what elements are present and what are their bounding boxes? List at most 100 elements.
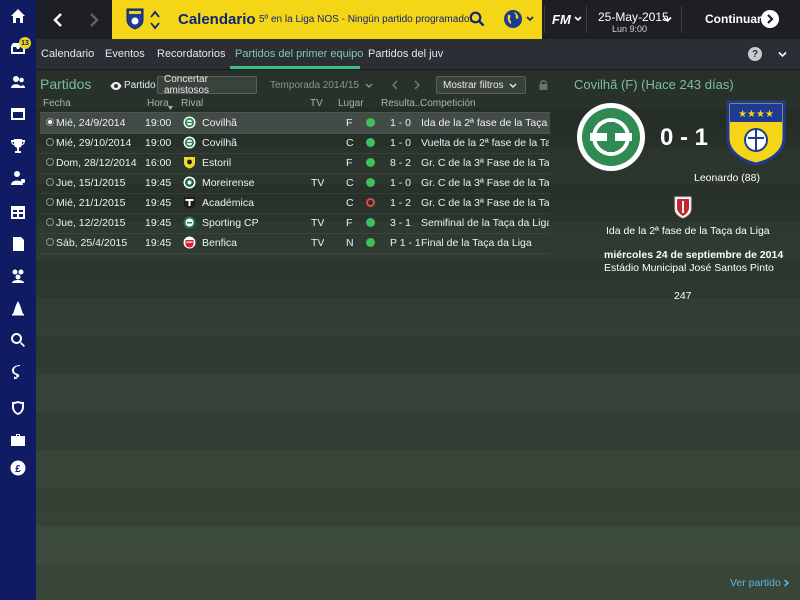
current-date[interactable]: 25-May-2015: [598, 10, 669, 24]
table-row[interactable]: Jue, 15/1/2015 19:45 Moreirense TV C 1 -…: [40, 173, 550, 194]
match-result: 8 - 2: [390, 157, 412, 169]
sidebar-item-inbox[interactable]: 13: [0, 34, 36, 62]
sidebar-item-calendar[interactable]: [0, 198, 36, 226]
continue-button[interactable]: Continuar: [705, 12, 762, 26]
chevron-right-icon[interactable]: [783, 579, 790, 587]
opponent-name[interactable]: Moreirense: [202, 177, 255, 189]
match-result: P 1 - 1: [390, 237, 421, 249]
sidebar-item-home[interactable]: [0, 2, 36, 30]
eye-icon[interactable]: [110, 81, 122, 91]
result-win-indicator: [366, 178, 375, 187]
venue-code: C: [346, 137, 354, 149]
sidebar-item-squad[interactable]: [0, 68, 36, 96]
row-select-radio[interactable]: [46, 158, 54, 166]
lock-icon[interactable]: [538, 79, 549, 91]
opponent-name[interactable]: Covilhã: [202, 117, 237, 129]
tab-youth-matches[interactable]: Partidos del juv: [368, 39, 443, 69]
opponent-name[interactable]: Benfica: [202, 237, 237, 249]
column-date[interactable]: Fecha: [43, 98, 71, 109]
season-select[interactable]: Temporada 2014/15: [270, 80, 359, 91]
competition-name[interactable]: Vuelta de la 2ª fase de la Taça da Liga: [421, 137, 549, 149]
opponent-name[interactable]: Estoril: [202, 157, 231, 169]
tab-first-team-matches[interactable]: Partidos del primer equipo: [235, 39, 363, 69]
match-time: 19:00: [145, 137, 172, 149]
table-row[interactable]: Sáb, 25/4/2015 19:45 Benfica TV N P 1 - …: [40, 233, 550, 254]
column-result[interactable]: Resulta...: [381, 98, 423, 109]
forward-button[interactable]: [76, 0, 112, 39]
match-attendance: 247: [674, 290, 692, 302]
sidebar-item-search[interactable]: [0, 326, 36, 354]
table-row[interactable]: Mié, 29/10/2014 19:00 Covilhã C 1 - 0 Vu…: [40, 133, 550, 154]
sidebar-item-training[interactable]: [0, 294, 36, 322]
column-tv[interactable]: TV: [310, 98, 323, 109]
arrange-friendlies-button[interactable]: Concertar amistosos: [157, 74, 257, 96]
column-venue[interactable]: Lugar: [338, 98, 364, 109]
row-select-radio[interactable]: [46, 138, 54, 146]
chevron-right-icon[interactable]: [412, 80, 422, 90]
competition-name[interactable]: Ida de la 2ª fase de la Taça da Liga: [421, 117, 549, 129]
chevron-down-icon[interactable]: [365, 82, 373, 90]
match-competition[interactable]: Ida de la 2ª fase de la Taça da Liga: [606, 225, 770, 237]
match-detail-title[interactable]: Covilhã (F) (Hace 243 días): [574, 77, 734, 92]
chevron-left-icon: [53, 12, 62, 27]
competition-name[interactable]: Gr. C de la 3ª Fase de la Taça da Liga: [421, 157, 549, 169]
row-select-radio[interactable]: [46, 238, 54, 246]
tab-reminders[interactable]: Recordatorios: [157, 39, 225, 69]
sidebar-item-transfers[interactable]: [0, 358, 36, 386]
table-row[interactable]: Dom, 28/12/2014 16:00 Estoril F 8 - 2 Gr…: [40, 153, 550, 174]
globe-icon[interactable]: [503, 9, 523, 29]
opponent-name[interactable]: Covilhã: [202, 137, 237, 149]
match-stadium[interactable]: Estádio Municipal José Santos Pinto: [604, 262, 774, 274]
finances-icon: £: [10, 460, 26, 476]
opponent-name[interactable]: Sporting CP: [202, 217, 259, 229]
tactics-icon: [11, 108, 25, 120]
row-select-radio[interactable]: [46, 178, 54, 186]
table-row[interactable]: Mié, 24/9/2014 19:00 Covilhã F 1 - 0 Ida…: [40, 113, 550, 134]
table-row[interactable]: Mié, 21/1/2015 19:45 Académica C 1 - 2 G…: [40, 193, 550, 214]
swap-team-icon[interactable]: [150, 10, 160, 30]
match-date: Mié, 29/10/2014: [56, 137, 132, 149]
competition-name[interactable]: Final de la Taça da Liga: [421, 237, 549, 249]
view-match-link[interactable]: Ver partido: [730, 577, 781, 589]
competition-name[interactable]: Gr. C de la 3ª Fase de la Taça da Liga: [421, 197, 549, 209]
tab-events[interactable]: Eventos: [105, 39, 145, 69]
column-competition[interactable]: Competición: [420, 98, 476, 109]
competition-name[interactable]: Semifinal de la Taça da Liga: [421, 217, 549, 229]
competition-name[interactable]: Gr. C de la 3ª Fase de la Taça da Liga: [421, 177, 549, 189]
sidebar-item-reports[interactable]: [0, 230, 36, 258]
sidebar-item-finances[interactable]: £: [0, 454, 36, 482]
row-select-radio[interactable]: [46, 118, 54, 126]
back-button[interactable]: [40, 0, 76, 39]
column-opponent[interactable]: Rival: [181, 98, 203, 109]
chevron-left-icon[interactable]: [390, 80, 400, 90]
match-time: 16:00: [145, 157, 172, 169]
club-badge-icon[interactable]: [126, 8, 144, 30]
opponent-name[interactable]: Académica: [202, 197, 254, 209]
sidebar-item-tactics[interactable]: [0, 100, 36, 128]
search-icon[interactable]: [469, 11, 485, 27]
continue-arrow-icon[interactable]: [761, 10, 779, 28]
tab-calendar[interactable]: Calendario: [41, 39, 94, 69]
chevron-down-icon[interactable]: [509, 82, 517, 90]
chevron-down-icon[interactable]: [663, 15, 672, 24]
row-select-radio[interactable]: [46, 218, 54, 226]
column-time[interactable]: Hora: [147, 98, 169, 109]
chevron-down-icon[interactable]: [574, 15, 582, 23]
sidebar-item-competitions[interactable]: [0, 132, 36, 160]
row-select-radio[interactable]: [46, 198, 54, 206]
venue-code: F: [346, 217, 353, 229]
club-crest-icon[interactable]: ★★★★: [726, 100, 786, 166]
sidebar-item-staff[interactable]: [0, 164, 36, 192]
sidebar-item-scouting[interactable]: [0, 262, 36, 290]
sidebar-item-club[interactable]: [0, 394, 36, 422]
fm-logo[interactable]: FM: [552, 12, 571, 27]
table-row[interactable]: Jue, 12/2/2015 19:45 Sporting CP TV F 3 …: [40, 213, 550, 234]
chevron-down-icon[interactable]: [526, 15, 534, 23]
sidebar-item-business[interactable]: [0, 426, 36, 454]
goal-scorer[interactable]: Leonardo (88): [694, 172, 760, 184]
help-button[interactable]: ?: [748, 47, 762, 61]
view-mode-label[interactable]: Partido: [124, 80, 156, 91]
chevron-down-icon[interactable]: [778, 50, 787, 59]
match-result: 1 - 0: [390, 137, 412, 149]
covilha-crest-icon[interactable]: [576, 102, 646, 172]
